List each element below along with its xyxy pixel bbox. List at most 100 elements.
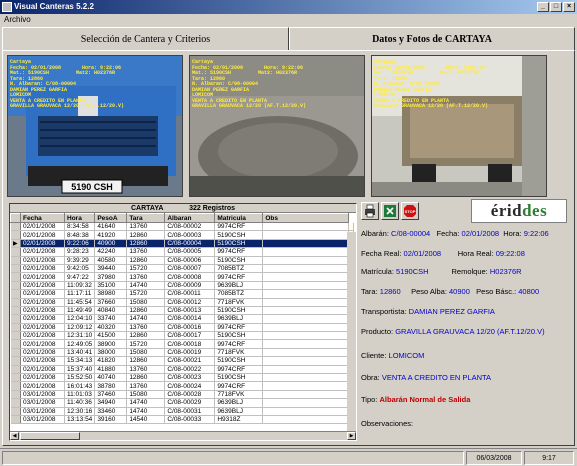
- tab-seleccion[interactable]: Selección de Cantera y Criterios: [2, 27, 289, 51]
- truck-photo-front[interactable]: 5190 CSH Cartaya Fecha: 02/01/2008 Hora:…: [7, 55, 183, 197]
- cell-matricula[interactable]: 7718FVK: [214, 390, 264, 400]
- cell-obs[interactable]: [262, 222, 350, 232]
- table-row[interactable]: 02/01/2008 11:49:49 40840 12860 C/08-00013 51…: [10, 306, 355, 316]
- cell-matricula[interactable]: 7718FVK: [214, 348, 264, 358]
- cell-fecha[interactable]: 02/01/2008: [20, 306, 65, 316]
- row-indicator[interactable]: [10, 281, 21, 291]
- col-header-albaran[interactable]: Albaran: [164, 213, 216, 223]
- grid-horizontal-scrollbar[interactable]: ◀ ▶: [10, 431, 356, 440]
- table-row[interactable]: 02/01/2008 12:04:10 33740 14740 C/08-00014 96…: [10, 314, 355, 324]
- cell-obs[interactable]: [262, 264, 350, 274]
- cell-obs[interactable]: [262, 331, 350, 341]
- cell-pesoa[interactable]: 40740: [94, 373, 128, 383]
- cell-tara[interactable]: 12860: [126, 356, 166, 366]
- table-row[interactable]: 02/01/2008 8:34:58 41640 13760 C/08-00002 997…: [10, 222, 355, 232]
- cell-obs[interactable]: [262, 348, 350, 358]
- table-row[interactable]: 02/01/2008 11:09:32 35100 14740 C/08-00009 96…: [10, 281, 355, 291]
- cell-pesoa[interactable]: 38780: [94, 381, 128, 391]
- row-indicator[interactable]: [10, 247, 21, 257]
- table-row[interactable]: 03/01/2008 11:01:03 37460 15080 C/08-00028 77…: [10, 390, 355, 400]
- cell-albaran[interactable]: C/08-00011: [164, 289, 216, 299]
- print-button[interactable]: [361, 202, 379, 220]
- cell-hora[interactable]: 15:37:40: [64, 365, 96, 375]
- cell-obs[interactable]: [262, 239, 350, 249]
- cell-obs[interactable]: [262, 415, 350, 425]
- cell-obs[interactable]: [262, 339, 350, 349]
- cell-albaran[interactable]: C/08-00008: [164, 272, 216, 282]
- cell-fecha[interactable]: 02/01/2008: [20, 289, 65, 299]
- cell-fecha[interactable]: 03/01/2008: [20, 390, 65, 400]
- cell-albaran[interactable]: C/08-00002: [164, 222, 216, 232]
- table-row[interactable]: 02/01/2008 11:17:11 38980 15720 C/08-00011 70…: [10, 289, 355, 299]
- truck-photo-load[interactable]: Cartaya Fecha: 02/01/2008 Hora: 9:22:06 …: [189, 55, 365, 197]
- table-row[interactable]: 02/01/2008 9:47:22 37980 13760 C/08-00008 997…: [10, 272, 355, 282]
- cell-obs[interactable]: [262, 281, 350, 291]
- cell-hora[interactable]: 12:31:10: [64, 331, 96, 341]
- table-row[interactable]: 02/01/2008 15:37:40 41880 13760 C/08-00022 99…: [10, 365, 355, 375]
- table-row[interactable]: 02/01/2008 9:42:05 39440 15720 C/08-00007 708…: [10, 264, 355, 274]
- cell-pesoa[interactable]: 41920: [94, 230, 128, 240]
- cell-tara[interactable]: 13760: [126, 222, 166, 232]
- cell-tara[interactable]: 14740: [126, 314, 166, 324]
- cell-hora[interactable]: 12:49:05: [64, 339, 96, 349]
- cell-pesoa[interactable]: 40840: [94, 306, 128, 316]
- cell-pesoa[interactable]: 40580: [94, 256, 128, 265]
- truck-photo-rear[interactable]: Cartaya Fecha: 02/01/2008 Hora: 9:22:06 …: [371, 55, 547, 197]
- cell-obs[interactable]: [262, 323, 350, 333]
- cell-matricula[interactable]: 7718FVK: [214, 298, 264, 307]
- cell-pesoa[interactable]: 39160: [94, 415, 128, 425]
- cell-matricula[interactable]: 9974CRF: [214, 339, 264, 349]
- cell-fecha[interactable]: 03/01/2008: [20, 415, 65, 425]
- cell-albaran[interactable]: C/08-00005: [164, 247, 216, 257]
- cell-pesoa[interactable]: 37980: [94, 272, 128, 282]
- cell-hora[interactable]: 11:17:11: [64, 289, 96, 299]
- cell-albaran[interactable]: C/08-00031: [164, 407, 216, 417]
- cell-tara[interactable]: 14740: [126, 281, 166, 291]
- cell-albaran[interactable]: C/08-00014: [164, 314, 216, 324]
- row-indicator[interactable]: ▶: [10, 239, 21, 249]
- cell-albaran[interactable]: C/08-00021: [164, 356, 216, 366]
- cell-pesoa[interactable]: 41640: [94, 222, 128, 232]
- cell-hora[interactable]: 12:09:12: [64, 323, 96, 333]
- col-header-matricula[interactable]: Matricula: [214, 213, 264, 223]
- table-row[interactable]: ▶ 02/01/2008 9:22:06 40900 12860 C/08-00004 51…: [10, 239, 355, 249]
- cell-tara[interactable]: 13760: [126, 247, 166, 257]
- cell-matricula[interactable]: 9974CRF: [214, 247, 264, 257]
- cell-albaran[interactable]: C/08-00029: [164, 398, 216, 408]
- cell-tara[interactable]: 15720: [126, 289, 166, 299]
- cell-albaran[interactable]: C/08-00033: [164, 415, 216, 425]
- cell-fecha[interactable]: 02/01/2008: [20, 323, 65, 333]
- cell-fecha[interactable]: 02/01/2008: [20, 256, 65, 265]
- cell-matricula[interactable]: 9639BLJ: [214, 281, 264, 291]
- cell-tara[interactable]: 13760: [126, 381, 166, 391]
- cell-fecha[interactable]: 02/01/2008: [20, 264, 65, 274]
- cell-fecha[interactable]: 02/01/2008: [20, 239, 65, 249]
- cell-pesoa[interactable]: 37460: [94, 390, 128, 400]
- cell-hora[interactable]: 9:22:06: [64, 239, 96, 249]
- scroll-left-arrow[interactable]: ◀: [10, 432, 19, 440]
- cell-fecha[interactable]: 02/01/2008: [20, 281, 65, 291]
- cell-albaran[interactable]: C/08-00003: [164, 230, 216, 240]
- cell-fecha[interactable]: 02/01/2008: [20, 247, 65, 257]
- cell-matricula[interactable]: 9639BLJ: [214, 398, 264, 408]
- cell-pesoa[interactable]: 40320: [94, 323, 128, 333]
- cell-albaran[interactable]: C/08-00013: [164, 306, 216, 316]
- cell-pesoa[interactable]: 38000: [94, 348, 128, 358]
- cell-tara[interactable]: 15080: [126, 298, 166, 307]
- cell-hora[interactable]: 11:09:32: [64, 281, 96, 291]
- cell-tara[interactable]: 14740: [126, 407, 166, 417]
- cell-tara[interactable]: 15080: [126, 390, 166, 400]
- cell-tara[interactable]: 14740: [126, 398, 166, 408]
- scroll-thumb[interactable]: [20, 432, 80, 440]
- cell-obs[interactable]: [262, 298, 350, 307]
- table-row[interactable]: 02/01/2008 15:52:50 40740 12860 C/08-00023 51…: [10, 373, 355, 383]
- row-indicator[interactable]: [10, 323, 21, 333]
- cell-hora[interactable]: 15:52:50: [64, 373, 96, 383]
- cell-tara[interactable]: 13760: [126, 272, 166, 282]
- cell-obs[interactable]: [262, 289, 350, 299]
- cell-matricula[interactable]: 7085BTZ: [214, 289, 264, 299]
- table-row[interactable]: 02/01/2008 11:45:54 37660 15080 C/08-00012 77…: [10, 298, 355, 307]
- cell-hora[interactable]: 16:01:43: [64, 381, 96, 391]
- cell-tara[interactable]: 14540: [126, 415, 166, 425]
- cell-pesoa[interactable]: 33740: [94, 314, 128, 324]
